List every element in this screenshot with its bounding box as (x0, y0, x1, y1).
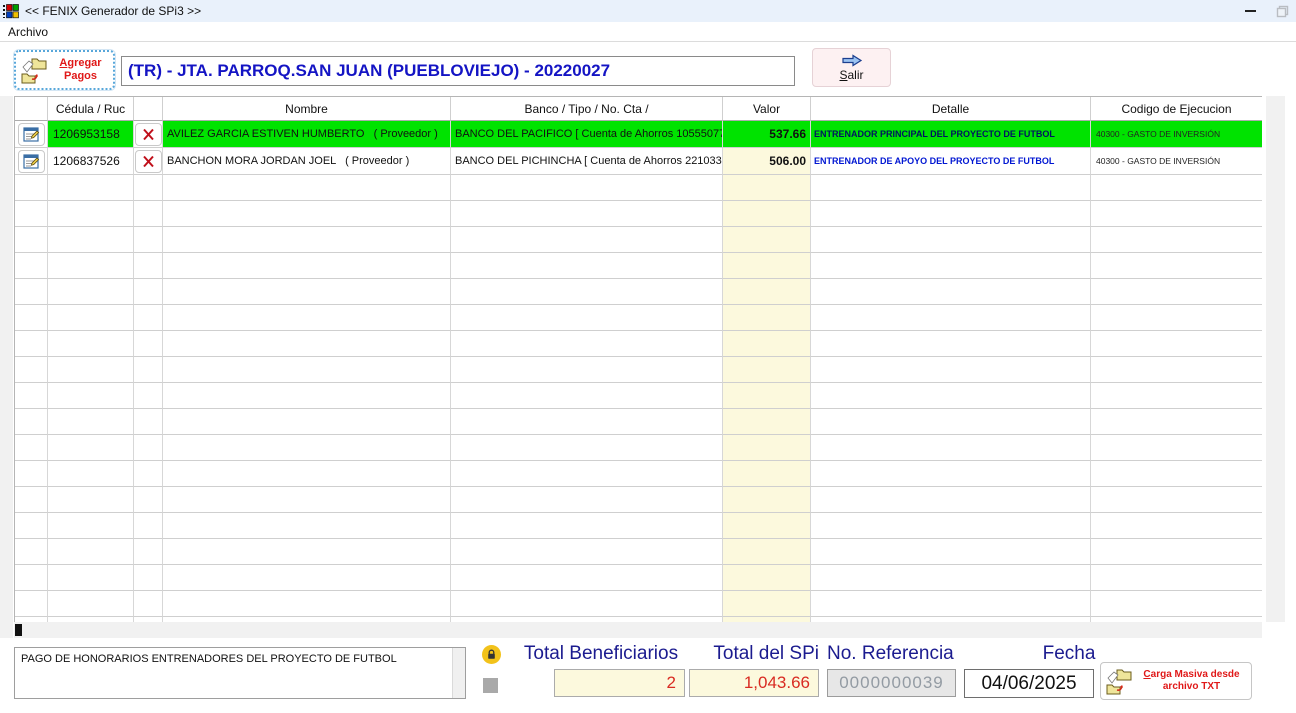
grid-body: 1206953158 AVILEZ GARCIA ESTIVEN HUMBERT… (15, 121, 1262, 622)
carga-masiva-button[interactable]: Carga Masiva desde archivo TXT (1100, 662, 1252, 700)
title-bar: << FENIX Generador de SPi3 >> (0, 0, 1296, 22)
delete-x-icon (142, 155, 154, 167)
payments-grid: Cédula / Ruc Nombre Banco / Tipo / No. C… (14, 96, 1262, 622)
table-row-empty[interactable] (15, 461, 1262, 487)
cedula-cell: 1206837526 (48, 148, 134, 175)
window-title: << FENIX Generador de SPi3 >> (25, 4, 202, 18)
table-row-empty[interactable] (15, 513, 1262, 539)
col-header-nombre: Nombre (163, 97, 451, 121)
minimize-button[interactable] (1232, 0, 1268, 22)
codigo-cell: 40300 - GASTO DE INVERSIÓN (1091, 148, 1262, 175)
table-row-empty[interactable] (15, 253, 1262, 279)
delete-x-icon (142, 128, 154, 140)
exit-arrow-icon (841, 53, 862, 67)
table-row-empty[interactable] (15, 591, 1262, 617)
footer-panel: Total Beneficiarios 2 Total del SPi 1,04… (0, 638, 1296, 713)
delete-row-button[interactable] (134, 122, 162, 146)
edit-form-icon (22, 126, 39, 142)
status-square (483, 678, 498, 693)
toolbar: Agregar Pagos Salir (0, 43, 1296, 96)
app-windows-logo-icon (3, 3, 19, 18)
col-header-detalle: Detalle (811, 97, 1091, 121)
table-row-empty[interactable] (15, 201, 1262, 227)
codigo-cell: 40300 - GASTO DE INVERSIÓN (1091, 121, 1262, 148)
nombre-cell: AVILEZ GARCIA ESTIVEN HUMBERTO ( Proveed… (163, 121, 451, 148)
total-spi-field: 1,043.66 (689, 669, 819, 697)
table-row-empty[interactable] (15, 409, 1262, 435)
folder-add-icon (21, 58, 47, 83)
grid-vertical-scrollbar[interactable] (1266, 96, 1285, 622)
exit-label: Salir (839, 67, 864, 82)
nombre-cell: BANCHON MORA JORDAN JOEL ( Proveedor ) (163, 148, 451, 175)
valor-cell: 537.66 (723, 121, 811, 148)
delete-row-button[interactable] (134, 149, 162, 173)
total-beneficiarios-field: 2 (554, 669, 685, 697)
fecha-field[interactable]: 04/06/2025 (964, 669, 1094, 698)
col-header-codigo: Codigo de Ejecucion (1091, 97, 1262, 121)
banco-cell: BANCO DEL PICHINCHA [ Cuenta de Ahorros … (451, 148, 723, 175)
table-row-empty[interactable] (15, 357, 1262, 383)
folder-load-icon (1106, 669, 1132, 694)
carga-masiva-label: Carga Masiva desde archivo TXT (1143, 669, 1240, 692)
table-row[interactable]: 1206953158 AVILEZ GARCIA ESTIVEN HUMBERT… (15, 121, 1262, 148)
add-payments-label: Agregar Pagos (59, 57, 102, 82)
table-row-empty[interactable] (15, 331, 1262, 357)
payment-description-textarea[interactable] (14, 647, 466, 699)
table-row-empty[interactable] (15, 565, 1262, 591)
banco-cell: BANCO DEL PACIFICO [ Cuenta de Ahorros 1… (451, 121, 723, 148)
edit-row-button[interactable] (17, 149, 45, 173)
menu-bar: Archivo (0, 22, 1296, 42)
content-left-margin (0, 96, 13, 638)
restore-button[interactable] (1268, 0, 1296, 22)
edit-form-icon (22, 153, 39, 169)
table-row[interactable]: 1206837526 BANCHON MORA JORDAN JOEL ( Pr… (15, 148, 1262, 175)
description-scrollbar[interactable] (452, 648, 465, 698)
table-row-empty[interactable] (15, 539, 1262, 565)
grid-header: Cédula / Ruc Nombre Banco / Tipo / No. C… (15, 97, 1262, 121)
entity-title-input[interactable] (121, 56, 795, 86)
horizontal-scrollbar-thumb[interactable] (15, 624, 22, 636)
cedula-cell: 1206953158 (48, 121, 134, 148)
app-window: << FENIX Generador de SPi3 >> Archivo Ag… (0, 0, 1296, 713)
table-row-empty[interactable] (15, 487, 1262, 513)
col-header-delete (134, 97, 163, 121)
detalle-cell: ENTRENADOR DE APOYO DEL PROYECTO DE FUTB… (811, 148, 1091, 175)
total-beneficiarios-label: Total Beneficiarios (523, 643, 679, 664)
col-header-cedula: Cédula / Ruc (48, 97, 134, 121)
table-row-empty[interactable] (15, 279, 1262, 305)
grid-horizontal-scrollbar[interactable] (14, 622, 1262, 638)
lock-icon (482, 645, 501, 664)
table-row-empty[interactable] (15, 435, 1262, 461)
detalle-cell: ENTRENADOR PRINCIPAL DEL PROYECTO DE FUT… (811, 121, 1091, 148)
table-row-empty[interactable] (15, 227, 1262, 253)
no-referencia-label: No. Referencia (827, 643, 954, 664)
table-row-empty[interactable] (15, 383, 1262, 409)
total-spi-label: Total del SPi (713, 643, 819, 664)
restore-icon (1276, 5, 1288, 17)
col-header-valor: Valor (723, 97, 811, 121)
col-header-rowicon (15, 97, 48, 121)
add-payments-button[interactable]: Agregar Pagos (14, 50, 115, 90)
menu-item-archivo[interactable]: Archivo (0, 25, 56, 39)
exit-button[interactable]: Salir (812, 48, 891, 87)
edit-row-button[interactable] (17, 122, 45, 146)
table-row-empty[interactable] (15, 305, 1262, 331)
table-row-empty[interactable] (15, 175, 1262, 201)
valor-cell: 506.00 (723, 148, 811, 175)
no-referencia-field: 0000000039 (827, 669, 956, 697)
col-header-banco: Banco / Tipo / No. Cta / (451, 97, 723, 121)
